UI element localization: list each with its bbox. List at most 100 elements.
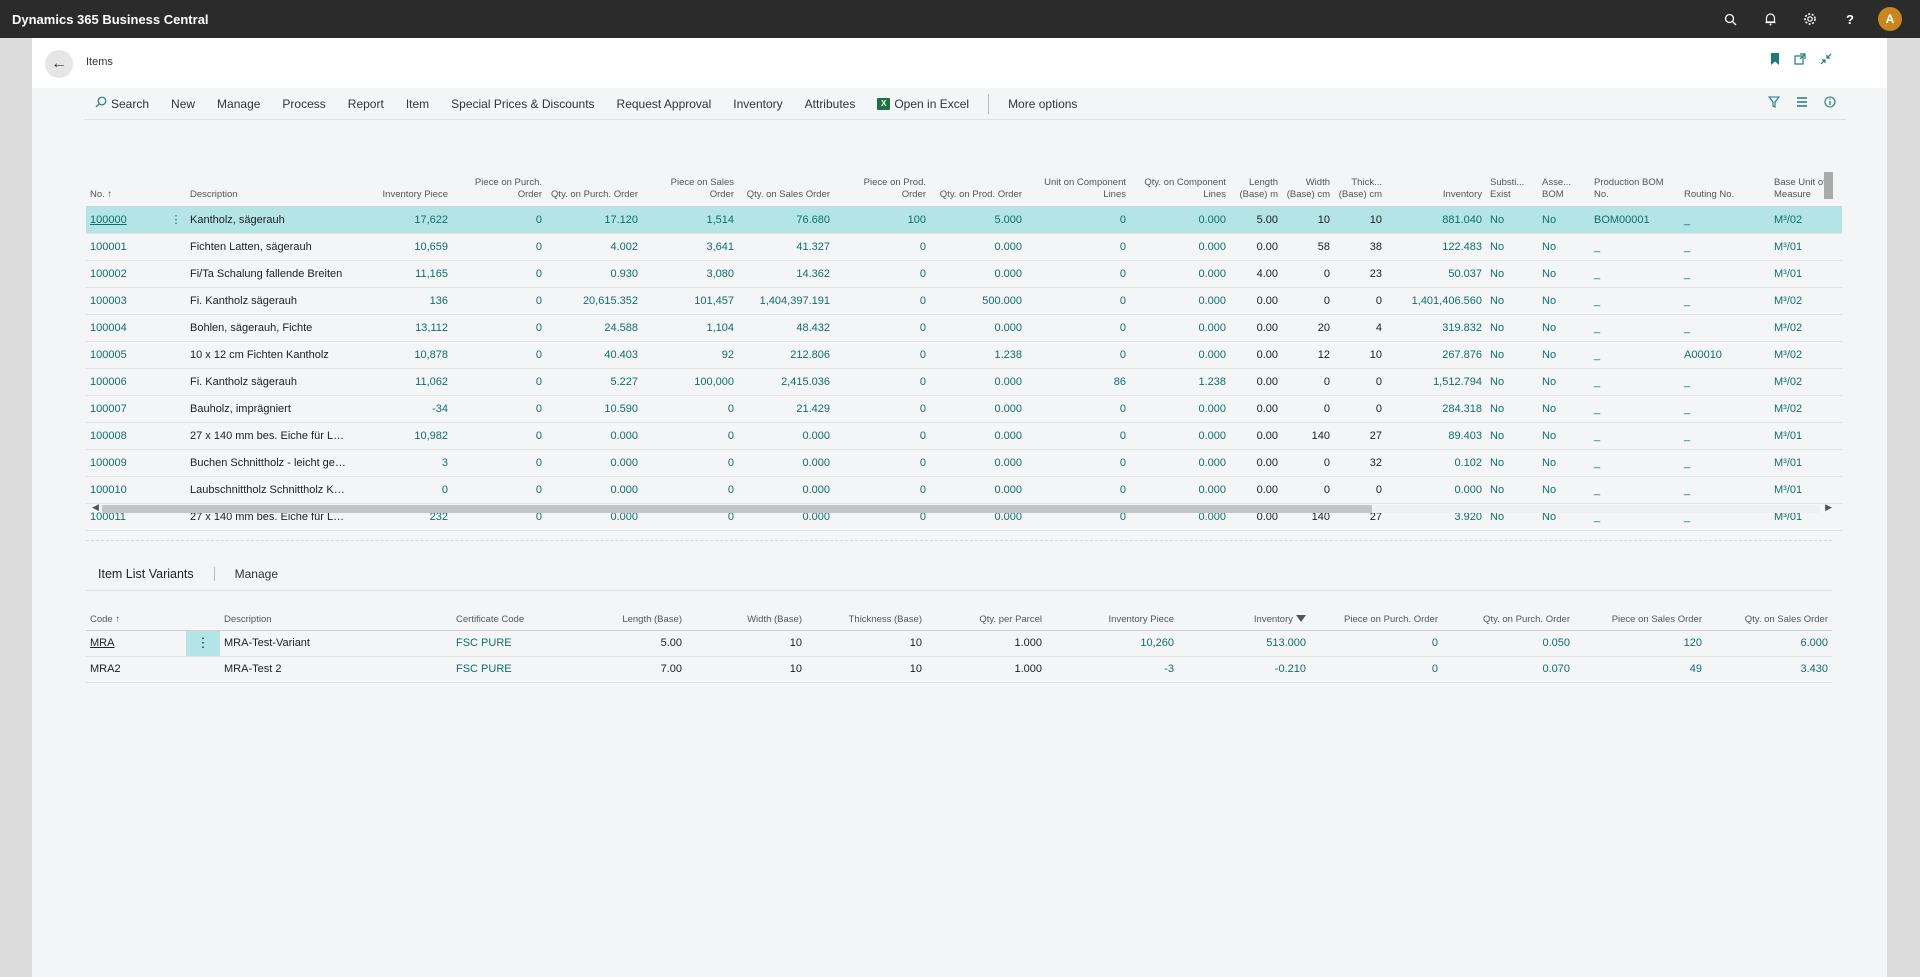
drilldown-value[interactable]: 3 — [352, 449, 452, 477]
drilldown-value[interactable]: 0 — [1026, 233, 1130, 261]
drilldown-value[interactable]: 122.483 — [1386, 233, 1486, 261]
row-menu-icon[interactable] — [166, 395, 186, 423]
drilldown-value[interactable]: _ — [1680, 233, 1770, 261]
column-header[interactable]: Qty. on Prod. Order — [930, 126, 1026, 207]
table-row[interactable]: 100001 Fichten Latten, sägerauh 10,659 0 4.0… — [86, 233, 1842, 261]
column-header[interactable]: Thick... (Base) cm — [1334, 126, 1386, 207]
drilldown-value[interactable]: 881.040 — [1386, 206, 1486, 234]
table-row[interactable]: 100002 Fi/Ta Schalung fallende Breiten 11,… — [86, 260, 1842, 288]
drilldown-value[interactable]: 513.000 — [1178, 630, 1310, 657]
drilldown-value[interactable]: No — [1538, 233, 1590, 261]
drilldown-value[interactable]: 0 — [834, 476, 930, 504]
drilldown-value[interactable]: 101,457 — [642, 287, 738, 315]
drilldown-value[interactable]: 0 — [1026, 476, 1130, 504]
drilldown-value[interactable]: 76.680 — [738, 206, 834, 234]
gear-icon[interactable] — [1790, 0, 1830, 38]
drilldown-value[interactable]: 3,080 — [642, 260, 738, 288]
drilldown-value[interactable]: 0 — [452, 233, 546, 261]
column-header[interactable]: Certificate Code — [452, 610, 572, 631]
drilldown-value[interactable]: No — [1486, 341, 1538, 369]
drilldown-value[interactable]: 20,615.352 — [546, 287, 642, 315]
column-header[interactable]: Code ↑ — [86, 610, 186, 631]
drilldown-value[interactable]: 1,104 — [642, 314, 738, 342]
column-header[interactable] — [186, 610, 220, 631]
drilldown-value[interactable]: 0.000 — [1130, 422, 1230, 450]
drilldown-value[interactable]: No — [1538, 341, 1590, 369]
column-header[interactable]: Piece on Purch. Order — [1310, 610, 1442, 631]
drilldown-value[interactable]: 0.000 — [930, 422, 1026, 450]
bell-icon[interactable] — [1750, 0, 1790, 38]
drilldown-value[interactable]: 0.000 — [1130, 314, 1230, 342]
column-header[interactable]: Piece on Purch. Order — [452, 126, 546, 207]
column-header[interactable]: Width (Base) cm — [1282, 126, 1334, 207]
drilldown-value[interactable]: 267.876 — [1386, 341, 1486, 369]
item-action[interactable]: Item — [395, 97, 440, 111]
drilldown-value[interactable]: 11,062 — [352, 368, 452, 396]
column-header[interactable]: Piece on Prod. Order — [834, 126, 930, 207]
item-no-link[interactable]: 100007 — [86, 395, 166, 423]
table-row[interactable]: 100003 Fi. Kantholz sägerauh 136 0 20,615.35… — [86, 287, 1842, 315]
drilldown-value[interactable]: 0.000 — [738, 476, 834, 504]
new-action[interactable]: New — [160, 97, 206, 111]
drilldown-value[interactable]: M³/01 — [1770, 260, 1842, 288]
drilldown-value[interactable]: 0 — [1026, 422, 1130, 450]
filter-icon[interactable] — [1767, 96, 1781, 111]
drilldown-value[interactable]: 0 — [834, 395, 930, 423]
drilldown-value[interactable]: M³/02 — [1770, 314, 1842, 342]
row-menu-icon[interactable]: ⋮ — [186, 630, 220, 657]
drilldown-value[interactable]: 0 — [1026, 287, 1130, 315]
drilldown-value[interactable]: 5.227 — [546, 368, 642, 396]
drilldown-value[interactable]: M³/01 — [1770, 422, 1842, 450]
back-button[interactable]: ← — [45, 50, 73, 78]
drilldown-value[interactable]: 0 — [1026, 260, 1130, 288]
drilldown-value[interactable]: No — [1538, 260, 1590, 288]
drilldown-value[interactable]: _ — [1590, 422, 1680, 450]
drilldown-value[interactable]: M³/02 — [1770, 341, 1842, 369]
drilldown-value[interactable]: M³/02 — [1770, 395, 1842, 423]
help-icon[interactable]: ? — [1830, 0, 1870, 38]
certificate-code-link[interactable]: FSC PURE — [452, 630, 572, 657]
open-in-excel-action[interactable]: X Open in Excel — [866, 97, 980, 111]
drilldown-value[interactable]: 0 — [642, 395, 738, 423]
column-header[interactable]: Length (Base) — [572, 610, 686, 631]
column-header[interactable]: Inventory — [1386, 126, 1486, 207]
drilldown-value[interactable]: 0 — [1026, 449, 1130, 477]
request-approval-action[interactable]: Request Approval — [606, 97, 723, 111]
table-row[interactable]: 100004 Bohlen, sägerauh, Fichte 13,112 0 24.… — [86, 314, 1842, 342]
search-icon[interactable] — [1710, 0, 1750, 38]
filter-icon[interactable] — [1296, 615, 1306, 623]
row-menu-icon[interactable] — [166, 260, 186, 288]
drilldown-value[interactable]: -3 — [1046, 656, 1178, 683]
drilldown-value[interactable]: No — [1486, 395, 1538, 423]
drilldown-value[interactable]: M³/01 — [1770, 233, 1842, 261]
drilldown-value[interactable]: 0 — [452, 449, 546, 477]
bookmark-icon[interactable] — [1770, 53, 1780, 68]
drilldown-value[interactable]: 0.930 — [546, 260, 642, 288]
drilldown-value[interactable]: No — [1486, 368, 1538, 396]
drilldown-value[interactable]: No — [1486, 314, 1538, 342]
row-menu-icon[interactable] — [166, 422, 186, 450]
drilldown-value[interactable]: 0 — [834, 287, 930, 315]
drilldown-value[interactable]: 0 — [834, 449, 930, 477]
drilldown-value[interactable]: 92 — [642, 341, 738, 369]
row-menu-icon[interactable] — [166, 233, 186, 261]
drilldown-value[interactable]: 0 — [642, 422, 738, 450]
drilldown-value[interactable]: _ — [1680, 260, 1770, 288]
drilldown-value[interactable]: -0.210 — [1178, 656, 1310, 683]
drilldown-value[interactable]: 10.590 — [546, 395, 642, 423]
drilldown-value[interactable]: 0 — [642, 449, 738, 477]
drilldown-value[interactable]: 0.000 — [546, 449, 642, 477]
drilldown-value[interactable]: 48.432 — [738, 314, 834, 342]
drilldown-value[interactable]: 0 — [452, 476, 546, 504]
scroll-left-icon[interactable]: ◀ — [92, 502, 99, 513]
drilldown-value[interactable]: 10,982 — [352, 422, 452, 450]
drilldown-value[interactable]: 0 — [1310, 656, 1442, 683]
drilldown-value[interactable]: No — [1538, 314, 1590, 342]
drilldown-value[interactable]: 49 — [1574, 656, 1706, 683]
row-menu-icon[interactable] — [166, 449, 186, 477]
drilldown-value[interactable]: _ — [1590, 368, 1680, 396]
drilldown-value[interactable]: _ — [1590, 476, 1680, 504]
drilldown-value[interactable]: 0.000 — [1130, 449, 1230, 477]
table-row[interactable]: 100000 ⋮ Kantholz, sägerauh 17,622 0 17.120 1,… — [86, 206, 1842, 234]
drilldown-value[interactable]: 0.102 — [1386, 449, 1486, 477]
